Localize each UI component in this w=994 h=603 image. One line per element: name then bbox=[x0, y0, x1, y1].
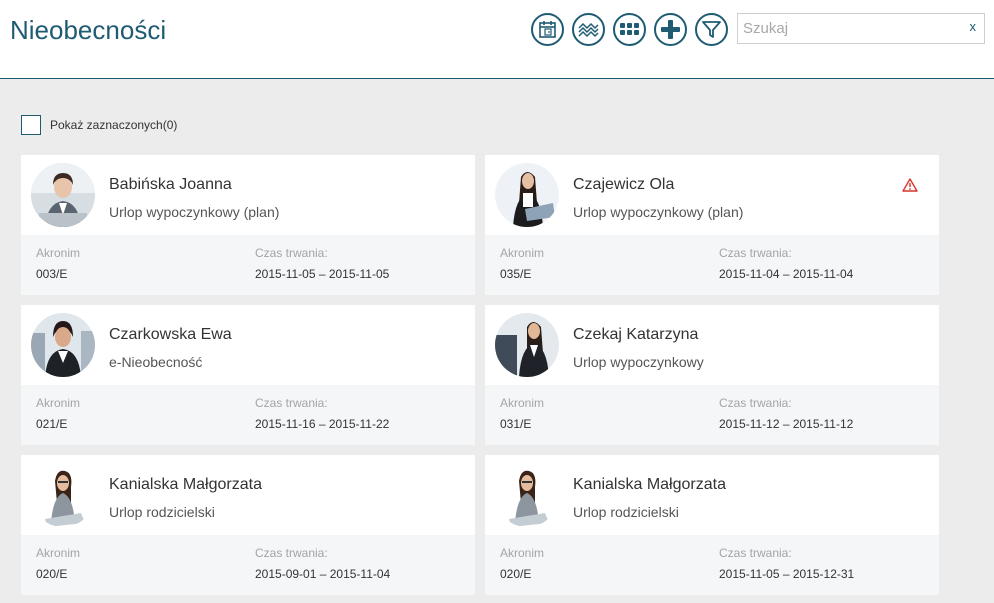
acronym-value: 020/E bbox=[500, 567, 532, 581]
avatar bbox=[495, 313, 559, 377]
card-details: Akronim 031/E Czas trwania: 2015-11-12 –… bbox=[485, 385, 939, 445]
card-details: Akronim 035/E Czas trwania: 2015-11-04 –… bbox=[485, 235, 939, 295]
employee-name: Czajewicz Ola bbox=[573, 176, 675, 193]
duration-value: 2015-11-12 – 2015-11-12 bbox=[719, 417, 854, 431]
card-header: Czarkowska Ewa e-Nieobecność bbox=[21, 305, 475, 385]
trend-lines-icon bbox=[578, 22, 599, 38]
acronym-value: 003/E bbox=[36, 267, 68, 281]
page-title: Nieobecności bbox=[10, 15, 167, 45]
search-box: x bbox=[737, 13, 985, 44]
calendar-button[interactable] bbox=[531, 13, 564, 46]
trend-button[interactable] bbox=[572, 13, 605, 46]
acronym-label: Akronim bbox=[500, 246, 545, 260]
duration-value: 2015-11-04 – 2015-11-04 bbox=[719, 267, 854, 281]
duration-label: Czas trwania: bbox=[719, 546, 792, 560]
employee-name: Czekaj Katarzyna bbox=[573, 326, 699, 343]
plus-icon bbox=[661, 20, 680, 39]
show-selected-label: Pokaż zaznaczonych(0) bbox=[50, 118, 178, 132]
grid-icon bbox=[620, 23, 639, 35]
absence-type: Urlop rodzicielski bbox=[109, 504, 215, 520]
avatar bbox=[495, 463, 559, 527]
duration-label: Czas trwania: bbox=[255, 546, 328, 560]
add-button[interactable] bbox=[654, 13, 687, 46]
duration-label: Czas trwania: bbox=[719, 396, 792, 410]
duration-value: 2015-11-05 – 2015-12-31 bbox=[719, 567, 855, 581]
filter-icon bbox=[702, 21, 721, 38]
search-input[interactable] bbox=[738, 14, 963, 43]
card-header: Kanialska Małgorzata Urlop rodzicielski bbox=[21, 455, 475, 535]
calendar-icon bbox=[539, 21, 556, 38]
card-header: Czajewicz Ola Urlop wypoczynkowy (plan) bbox=[485, 155, 939, 235]
card-header: Kanialska Małgorzata Urlop rodzicielski bbox=[485, 455, 939, 535]
absence-card[interactable]: Czekaj Katarzyna Urlop wypoczynkowy Akro… bbox=[485, 305, 939, 445]
card-details: Akronim 021/E Czas trwania: 2015-11-16 –… bbox=[21, 385, 475, 445]
card-header: Babińska Joanna Urlop wypoczynkowy (plan… bbox=[21, 155, 475, 235]
avatar bbox=[31, 313, 95, 377]
duration-value: 2015-11-05 – 2015-11-05 bbox=[255, 267, 390, 281]
absence-card[interactable]: Czajewicz Ola Urlop wypoczynkowy (plan) … bbox=[485, 155, 939, 295]
acronym-label: Akronim bbox=[500, 546, 545, 560]
card-details: Akronim 020/E Czas trwania: 2015-09-01 –… bbox=[21, 535, 475, 595]
absence-type: Urlop wypoczynkowy (plan) bbox=[573, 204, 744, 220]
acronym-label: Akronim bbox=[500, 396, 545, 410]
absence-type: Urlop wypoczynkowy (plan) bbox=[109, 204, 280, 220]
clear-search-button[interactable]: x bbox=[970, 19, 977, 34]
acronym-label: Akronim bbox=[36, 546, 81, 560]
acronym-label: Akronim bbox=[36, 396, 81, 410]
duration-value: 2015-11-16 – 2015-11-22 bbox=[255, 417, 390, 431]
absence-type: Urlop wypoczynkowy bbox=[573, 354, 704, 370]
avatar bbox=[31, 163, 95, 227]
header-bar: Nieobecności Szukaj x bbox=[0, 0, 994, 79]
card-header: Czekaj Katarzyna Urlop wypoczynkowy bbox=[485, 305, 939, 385]
show-selected-checkbox[interactable] bbox=[21, 115, 41, 135]
acronym-value: 021/E bbox=[36, 417, 68, 431]
acronym-value: 035/E bbox=[500, 267, 532, 281]
employee-name: Czarkowska Ewa bbox=[109, 326, 232, 343]
acronym-label: Akronim bbox=[36, 246, 81, 260]
card-details: Akronim 003/E Czas trwania: 2015-11-05 –… bbox=[21, 235, 475, 295]
employee-name: Babińska Joanna bbox=[109, 176, 232, 193]
duration-label: Czas trwania: bbox=[255, 396, 328, 410]
absence-card[interactable]: Kanialska Małgorzata Urlop rodzicielski … bbox=[21, 455, 475, 595]
employee-name: Kanialska Małgorzata bbox=[109, 476, 262, 493]
duration-value: 2015-09-01 – 2015-11-04 bbox=[255, 567, 391, 581]
filter-button[interactable] bbox=[695, 13, 728, 46]
employee-name: Kanialska Małgorzata bbox=[573, 476, 726, 493]
acronym-value: 020/E bbox=[36, 567, 68, 581]
absence-card[interactable]: Babińska Joanna Urlop wypoczynkowy (plan… bbox=[21, 155, 475, 295]
absence-type: e-Nieobecność bbox=[109, 354, 203, 370]
duration-label: Czas trwania: bbox=[255, 246, 328, 260]
warning-icon bbox=[902, 178, 918, 192]
absence-card[interactable]: Czarkowska Ewa e-Nieobecność Akronim 021… bbox=[21, 305, 475, 445]
avatar bbox=[31, 463, 95, 527]
grid-view-button[interactable] bbox=[613, 13, 646, 46]
absence-type: Urlop rodzicielski bbox=[573, 504, 679, 520]
absence-card[interactable]: Kanialska Małgorzata Urlop rodzicielski … bbox=[485, 455, 939, 595]
acronym-value: 031/E bbox=[500, 417, 532, 431]
duration-label: Czas trwania: bbox=[719, 246, 792, 260]
card-details: Akronim 020/E Czas trwania: 2015-11-05 –… bbox=[485, 535, 939, 595]
avatar bbox=[495, 163, 559, 227]
